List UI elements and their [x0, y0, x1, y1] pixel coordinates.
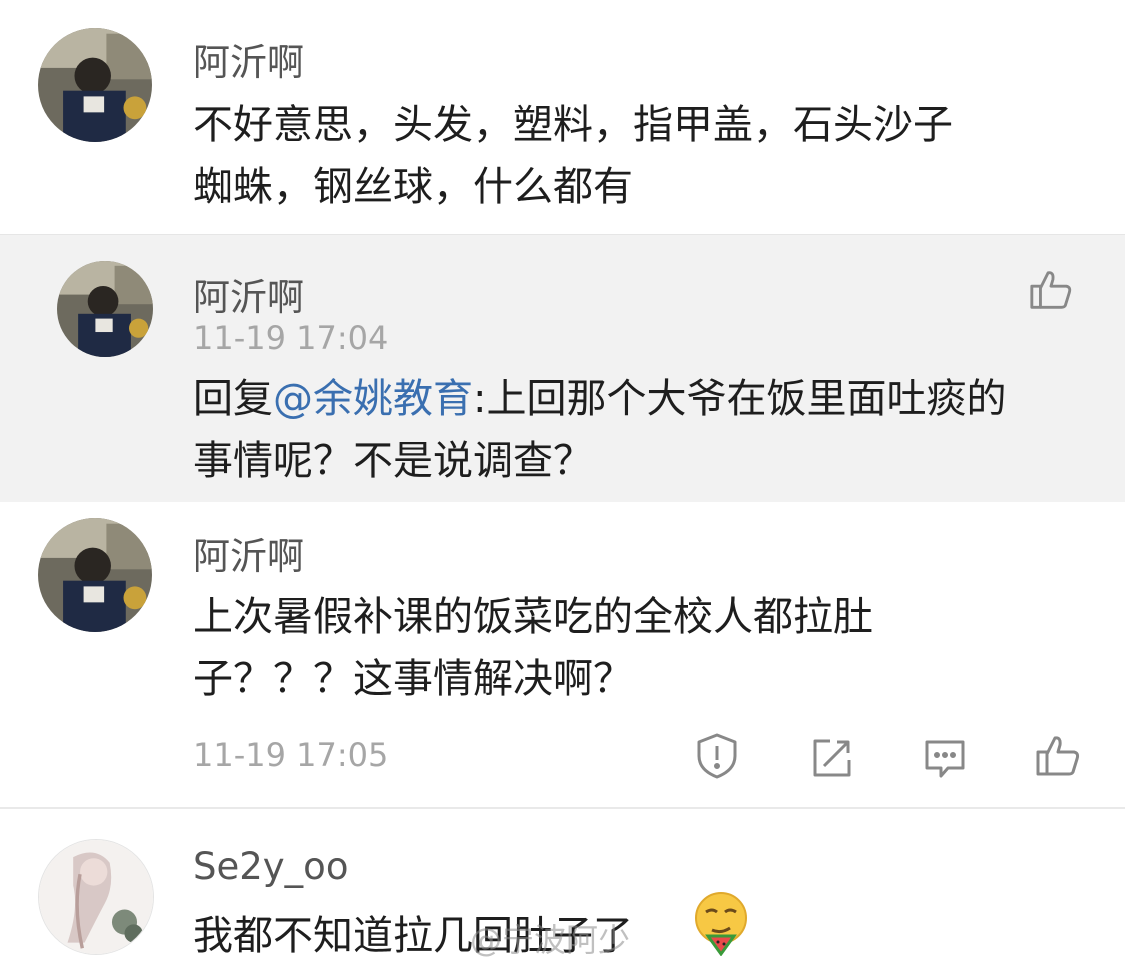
report-icon[interactable]: [695, 732, 739, 780]
comment-text-line: 蜘蛛，钢丝球，什么都有: [193, 164, 633, 210]
username[interactable]: 阿沂啊: [193, 32, 304, 86]
comment-text: 不好意思，头发，塑料，指甲盖，石头沙子 蜘蛛，钢丝球，什么都有: [193, 94, 1063, 218]
comment-text: 上次暑假补课的饭菜吃的全校人都拉肚 子？？？这事情解决啊？: [193, 586, 1063, 710]
comment-item[interactable]: 阿沂啊 不好意思，头发，塑料，指甲盖，石头沙子 蜘蛛，钢丝球，什么都有: [0, 0, 1125, 233]
like-icon[interactable]: [1028, 267, 1074, 313]
repost-icon[interactable]: [810, 736, 854, 780]
username[interactable]: 阿沂啊: [193, 267, 304, 321]
mention-link[interactable]: @余姚教育: [273, 376, 473, 422]
comment-text-line: 子？？？这事情解决啊？: [193, 656, 633, 702]
reply-prefix: 回复: [193, 376, 273, 422]
timestamp: 11-19 17:04: [193, 319, 389, 357]
like-icon[interactable]: [1034, 732, 1082, 780]
comment-icon[interactable]: [923, 738, 967, 780]
avatar[interactable]: [38, 518, 152, 632]
timestamp: 11-19 17:05: [193, 736, 389, 774]
comment-text-line: 事情呢？不是说调查？: [193, 438, 593, 484]
avatar[interactable]: [57, 261, 153, 357]
comment-text: 回复@余姚教育:上回那个大爷在饭里面吐痰的 事情呢？不是说调查？: [193, 368, 1063, 492]
watermark: @宁波阿少: [470, 921, 631, 959]
comment-text-line: :上回那个大爷在饭里面吐痰的: [473, 376, 1007, 422]
avatar[interactable]: [38, 839, 154, 955]
smirk-face-eating-watermelon-icon: [692, 890, 750, 957]
comment-text-line: 不好意思，头发，塑料，指甲盖，石头沙子: [193, 102, 953, 148]
reply-item[interactable]: 阿沂啊 11-19 17:04 回复@余姚教育:上回那个大爷在饭里面吐痰的 事情…: [0, 234, 1125, 503]
username[interactable]: 阿沂啊: [193, 526, 304, 580]
comment-item[interactable]: 阿沂啊 上次暑假补课的饭菜吃的全校人都拉肚 子？？？这事情解决啊？ 11-19 …: [0, 502, 1125, 806]
avatar[interactable]: [38, 28, 152, 142]
username[interactable]: Se2y_oo: [193, 845, 348, 888]
comment-text-line: 上次暑假补课的饭菜吃的全校人都拉肚: [193, 594, 873, 640]
comment-thread: 阿沂啊 不好意思，头发，塑料，指甲盖，石头沙子 蜘蛛，钢丝球，什么都有 阿沂啊 …: [0, 0, 1125, 967]
